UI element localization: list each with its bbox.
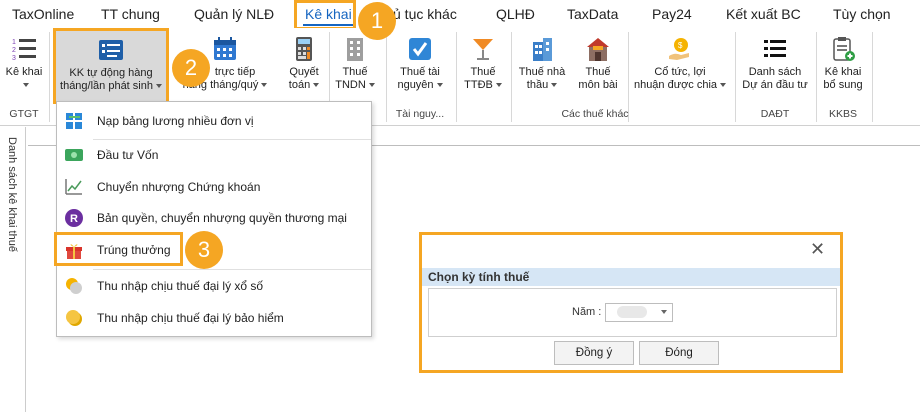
calculator-icon (296, 37, 312, 61)
chevron-down-icon (661, 310, 667, 314)
highlight-ke-khai-tab (294, 0, 356, 30)
menu-pay24[interactable]: Pay24 (652, 6, 692, 22)
svg-text:R: R (70, 213, 78, 225)
menu-tuy-chon[interactable]: Tùy chọn (833, 6, 891, 22)
cash-icon (65, 149, 83, 161)
registered-icon: R (65, 209, 83, 227)
group-tai-nguyen: Tài nguy... (395, 108, 445, 120)
ribbon-separator (386, 32, 387, 122)
year-select-value (617, 306, 647, 318)
thue-nha-thau-button[interactable]: Thuế nhà thầu (514, 30, 570, 102)
numbered-list-icon: 1 2 3 (12, 39, 36, 62)
chevron-down-icon (720, 83, 727, 88)
ribbon-separator (872, 32, 873, 122)
svg-text:$: $ (678, 41, 683, 50)
calendar-icon (214, 37, 236, 60)
step-badge-1: 1 (358, 2, 396, 40)
ribbon-separator (49, 32, 50, 122)
side-panel-label: Danh sách kê khai thuế (6, 137, 18, 252)
highlight-trung-thuong (54, 232, 183, 266)
top-menu-bar: TaxOnline TT chung Quản lý NLĐ Kê khai ủ… (0, 0, 920, 28)
menu-taxonline[interactable]: TaxOnline (12, 6, 74, 22)
group-gtgt: GTGT (9, 108, 39, 120)
dropdown-item-dai-ly-xo-so[interactable]: Thu nhập chịu thuế đại lý xổ số (57, 271, 371, 301)
thue-mon-bai-button[interactable]: Thuế môn bài (574, 30, 622, 102)
step-badge-2: 2 (172, 49, 210, 87)
year-label: Năm : (572, 306, 602, 318)
chevron-down-icon (155, 84, 162, 89)
grid-icon (66, 113, 82, 129)
thue-ttdb-button[interactable]: Thuế TTĐB (458, 30, 508, 102)
ribbon-separator (456, 32, 457, 122)
office-building-icon (533, 38, 552, 61)
shop-icon (587, 38, 609, 61)
chevron-down-icon (436, 83, 443, 88)
chevron-down-icon (368, 83, 375, 88)
menu-taxdata[interactable]: TaxData (567, 6, 618, 22)
group-daudt: DAĐT (760, 108, 790, 120)
chevron-down-icon (495, 83, 502, 88)
dropdown-item-chuyen-nhuong-chung-khoan[interactable]: Chuyển nhượng Chứng khoán (57, 172, 371, 202)
svg-text:1: 1 (12, 39, 16, 46)
coins-icon (66, 278, 82, 294)
coin-hand-icon: $ (669, 38, 689, 60)
building-icon (347, 38, 363, 61)
group-cac-thue-khac: Các thuế khác (561, 108, 629, 120)
checklist-card-icon (99, 40, 123, 60)
svg-text:3: 3 (12, 55, 16, 62)
quyet-toan-button[interactable]: Quyết toán (282, 30, 326, 102)
dialog-title: Chọn kỳ tính thuế (428, 270, 530, 284)
menu-qlhd[interactable]: QLHĐ (496, 6, 535, 22)
menu-thu-tuc-khac[interactable]: ủ tục khác (393, 6, 457, 22)
svg-text:2: 2 (12, 47, 16, 54)
ok-button[interactable]: Đồng ý (554, 341, 634, 365)
clipboard-add-icon (833, 37, 855, 61)
group-kkbs: KKBS (828, 108, 857, 120)
dropdown-item-dau-tu-von[interactable]: Đầu tư Vốn (57, 140, 371, 170)
kk-tu-dong-button[interactable]: KK tự động hàng tháng/lần phát sinh (53, 28, 169, 104)
step-badge-3: 3 (185, 231, 223, 269)
dropdown-item-ban-quyen[interactable]: R Bản quyền, chuyển nhượng quyền thương … (57, 203, 371, 233)
line-chart-icon (65, 179, 82, 195)
ribbon-separator (511, 32, 512, 122)
ke-khai-button[interactable]: 1 2 3 Kê khai (2, 30, 46, 102)
ke-khai-bo-sung-button[interactable]: Kê khai bổ sung (818, 30, 868, 102)
cocktail-icon (473, 39, 493, 60)
ribbon-separator (816, 32, 817, 122)
dropdown-item-nap-bang-luong[interactable]: Nạp bảng lương nhiều đơn vị (57, 106, 371, 136)
dropdown-item-dai-ly-bao-hiem[interactable]: Thu nhập chịu thuế đại lý bảo hiểm (57, 303, 371, 333)
thue-tndn-button[interactable]: Thuế TNDN (332, 30, 378, 102)
chevron-down-icon (22, 83, 29, 88)
gold-coin-icon (66, 310, 82, 326)
chevron-down-icon (313, 83, 320, 88)
list-icon (764, 40, 786, 57)
chevron-down-icon (551, 83, 558, 88)
close-button[interactable]: Đóng (639, 341, 719, 365)
menu-ket-xuat-bc[interactable]: Kết xuất BC (726, 6, 801, 22)
check-square-icon (409, 38, 431, 60)
thue-tai-nguyen-button[interactable]: Thuế tài nguyên (390, 30, 450, 102)
chevron-down-icon (261, 83, 268, 88)
menu-quan-ly-nld[interactable]: Quản lý NLĐ (194, 6, 274, 22)
menu-tt-chung[interactable]: TT chung (101, 6, 160, 22)
kk-tu-dong-dropdown: Nạp bảng lương nhiều đơn vị Đầu tư Vốn C… (56, 101, 372, 337)
co-tuc-loi-nhuan-button[interactable]: $ Cổ tức, lợi nhuận được chia (632, 30, 728, 102)
close-icon[interactable]: ✕ (810, 240, 825, 258)
dropdown-separator (93, 269, 371, 270)
danh-sach-du-an-button[interactable]: Danh sách Dự án đầu tư (738, 30, 812, 102)
ribbon-separator (735, 32, 736, 122)
